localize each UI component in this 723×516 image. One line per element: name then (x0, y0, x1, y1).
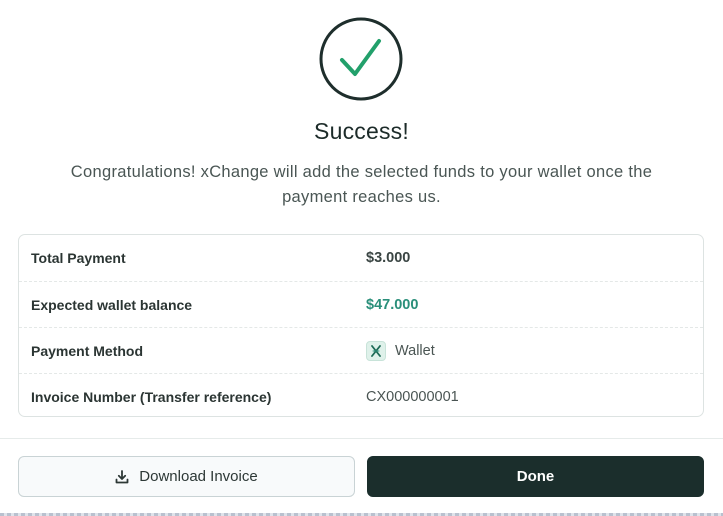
download-icon (115, 469, 129, 484)
footer-divider (0, 438, 723, 439)
done-button[interactable]: Done (367, 456, 704, 497)
done-label: Done (516, 468, 555, 485)
expected-balance-value: $47.000 (366, 296, 419, 313)
detail-row-payment-method: Payment Method Wallet (19, 327, 703, 373)
payment-method-text: Wallet (395, 342, 435, 359)
payment-details-table: Total Payment $3.000 Expected wallet bal… (18, 234, 704, 417)
check-circle-icon (319, 17, 403, 101)
download-invoice-button[interactable]: Download Invoice (18, 456, 355, 497)
detail-label: Invoice Number (Transfer reference) (31, 388, 272, 405)
success-dialog: Success! Congratulations! xChange will a… (0, 0, 723, 516)
detail-row-expected-balance: Expected wallet balance $47.000 (19, 281, 703, 327)
total-payment-value: $3.000 (366, 250, 411, 266)
dialog-message: Congratulations! xChange will add the se… (70, 163, 653, 206)
detail-label: Total Payment (31, 250, 126, 266)
wallet-icon (366, 340, 386, 361)
detail-row-total-payment: Total Payment $3.000 (19, 235, 703, 281)
dialog-title: Success! (314, 118, 409, 144)
detail-label: Payment Method (31, 342, 144, 359)
detail-label: Expected wallet balance (31, 296, 193, 313)
detail-row-invoice-number: Invoice Number (Transfer reference) CX00… (19, 373, 703, 419)
payment-method-value: Wallet (366, 340, 435, 361)
download-invoice-label: Download Invoice (139, 468, 258, 485)
invoice-number-value: CX000000001 (366, 388, 459, 405)
